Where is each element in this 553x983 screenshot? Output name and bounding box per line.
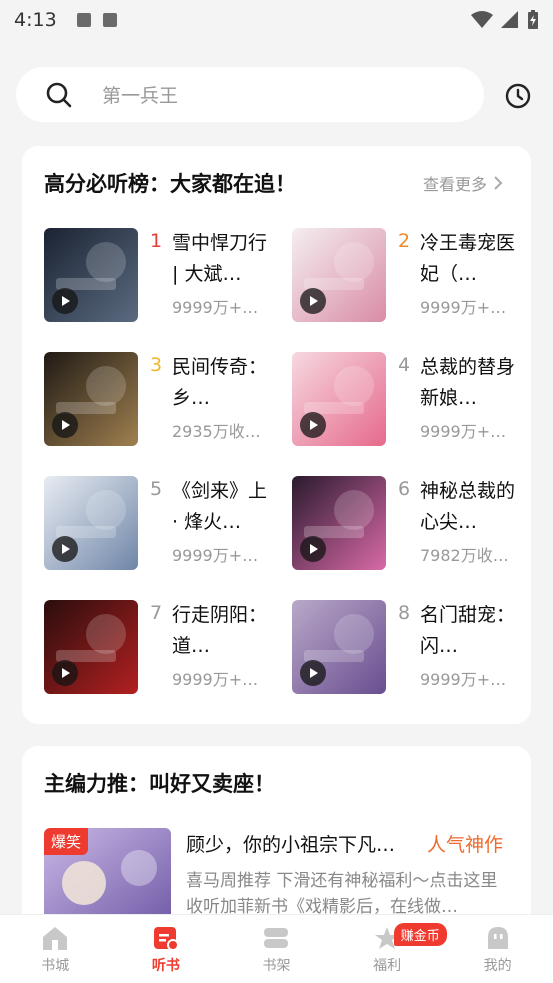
rank-book-meta: 9999万+… (172, 546, 259, 565)
rank-book-title[interactable]: 雪中悍刀行 | 大斌… (172, 228, 270, 290)
tab-listen[interactable]: 听书 (111, 915, 222, 983)
rank-book-title[interactable]: 神秘总裁的心尖… (420, 476, 518, 538)
more-link[interactable]: 查看更多 (423, 171, 503, 195)
battery-icon (528, 10, 538, 29)
book-cover[interactable] (292, 352, 386, 446)
play-button[interactable] (52, 288, 78, 314)
listen-icon (153, 927, 179, 951)
tab-label: 书架 (262, 958, 291, 974)
play-button[interactable] (300, 412, 326, 438)
tab-label: 书城 (41, 958, 70, 974)
rank-book-meta: 9999万+… (172, 670, 259, 689)
rank-item[interactable]: 4 总裁的替身新娘… 9999万+… (292, 352, 532, 448)
rank-book-title[interactable]: 行走阴阳：道… (172, 600, 270, 662)
rank-item[interactable]: 2 冷王毒宠医妃（… 9999万+… (292, 228, 532, 324)
notification-book-icon (102, 13, 117, 27)
rank-card: 高分必听榜：大家都在追！ 查看更多 1 雪中悍刀行 | 大斌… 9999万+… 2 冷王… (22, 146, 531, 724)
rank-item[interactable]: 1 雪中悍刀行 | 大斌… 9999万+… (44, 228, 284, 324)
tab-label: 听书 (151, 958, 180, 974)
rank-number: 4 (398, 354, 411, 376)
book-cover[interactable] (44, 476, 138, 570)
home-icon (43, 927, 68, 950)
play-button[interactable] (300, 536, 326, 562)
search-icon (46, 82, 72, 107)
book-cover[interactable] (44, 600, 138, 694)
rank-number: 8 (398, 602, 411, 624)
recommend-item-title[interactable]: 顾少，你的小祖宗下凡… (186, 830, 414, 857)
rank-number: 2 (398, 230, 411, 252)
play-button[interactable] (300, 660, 326, 686)
play-button[interactable] (52, 536, 78, 562)
search-input[interactable]: 第一兵王 (102, 81, 178, 108)
rank-book-title[interactable]: 总裁的替身新娘… (420, 352, 518, 414)
more-label[interactable]: 查看更多 (423, 171, 487, 195)
rank-number: 1 (150, 230, 163, 252)
tab-bookshelf[interactable]: 书架 (221, 915, 332, 983)
rank-item[interactable]: 7 行走阴阳：道… 9999万+… (44, 600, 284, 696)
recommend-item-tag: 人气神作 (427, 834, 504, 856)
wifi-icon (471, 11, 493, 28)
rank-book-meta: 7982万收… (420, 546, 509, 565)
recommend-header: 主编力推：叫好又卖座！ (44, 768, 503, 798)
rank-book-title[interactable]: 冷王毒宠医妃（… (420, 228, 518, 290)
rank-book-title[interactable]: 民间传奇：乡… (172, 352, 270, 414)
rank-book-meta: 2935万收… (172, 422, 261, 441)
tab-label: 福利 (373, 958, 402, 974)
rank-book-title[interactable]: 名门甜宠：闪… (420, 600, 518, 662)
clock-icon (505, 83, 531, 109)
rank-book-meta: 9999万+… (420, 298, 507, 317)
tab-label: 我的 (483, 958, 512, 974)
recommend-title: 主编力推：叫好又卖座！ (44, 772, 275, 796)
chevron-right-icon (494, 176, 503, 190)
recommend-cover[interactable]: 爆笑 (44, 828, 171, 928)
rank-card-header: 高分必听榜：大家都在追！ 查看更多 (44, 168, 503, 198)
tab-profile[interactable]: 我的 (442, 915, 553, 983)
tab-bookstore[interactable]: 书城 (0, 915, 111, 983)
rank-book-meta: 9999万+… (420, 670, 507, 689)
status-right (471, 10, 539, 30)
play-icon (62, 544, 70, 554)
play-icon (310, 544, 318, 554)
recommend-badge: 爆笑 (44, 828, 89, 855)
play-icon (310, 668, 318, 678)
status-bar: 4:13 (0, 0, 553, 40)
book-cover[interactable] (292, 476, 386, 570)
book-cover[interactable] (44, 228, 138, 322)
rank-number: 6 (398, 478, 411, 500)
rank-number: 3 (150, 354, 163, 376)
status-time: 4:13 (14, 9, 57, 31)
earn-coins-badge: 赚金币 (393, 923, 447, 946)
play-icon (310, 420, 318, 430)
rank-number: 7 (150, 602, 163, 624)
rank-book-title[interactable]: 《剑来》上 · 烽火… (172, 476, 270, 538)
rank-title: 高分必听榜：大家都在追！ (44, 172, 296, 196)
play-button[interactable] (300, 288, 326, 314)
play-button[interactable] (52, 412, 78, 438)
history-button[interactable] (500, 78, 536, 114)
rank-item[interactable]: 6 神秘总裁的心尖… 7982万收… (292, 476, 532, 572)
book-cover[interactable] (292, 600, 386, 694)
play-button[interactable] (52, 660, 78, 686)
profile-icon (487, 927, 508, 949)
tab-welfare[interactable]: 福利 赚金币 (332, 915, 447, 983)
play-icon (62, 668, 70, 678)
book-cover[interactable] (292, 228, 386, 322)
signal-icon (501, 11, 518, 28)
rank-number: 5 (150, 478, 163, 500)
rank-book-meta: 9999万+… (172, 298, 259, 317)
rank-item[interactable]: 8 名门甜宠：闪… 9999万+… (292, 600, 532, 696)
rank-book-meta: 9999万+… (420, 422, 507, 441)
book-cover[interactable] (44, 352, 138, 446)
rank-item[interactable]: 3 民间传奇：乡… 2935万收… (44, 352, 284, 448)
notification-a-icon (76, 13, 91, 27)
rank-item[interactable]: 5 《剑来》上 · 烽火… 9999万+… (44, 476, 284, 572)
search-bar[interactable]: 第一兵王 (16, 67, 484, 122)
tab-bar: 书城 听书 书架 福利 赚金币 我的 (0, 914, 553, 983)
play-icon (62, 420, 70, 430)
bookshelf-icon (264, 928, 289, 948)
play-icon (62, 296, 70, 306)
play-icon (310, 296, 318, 306)
